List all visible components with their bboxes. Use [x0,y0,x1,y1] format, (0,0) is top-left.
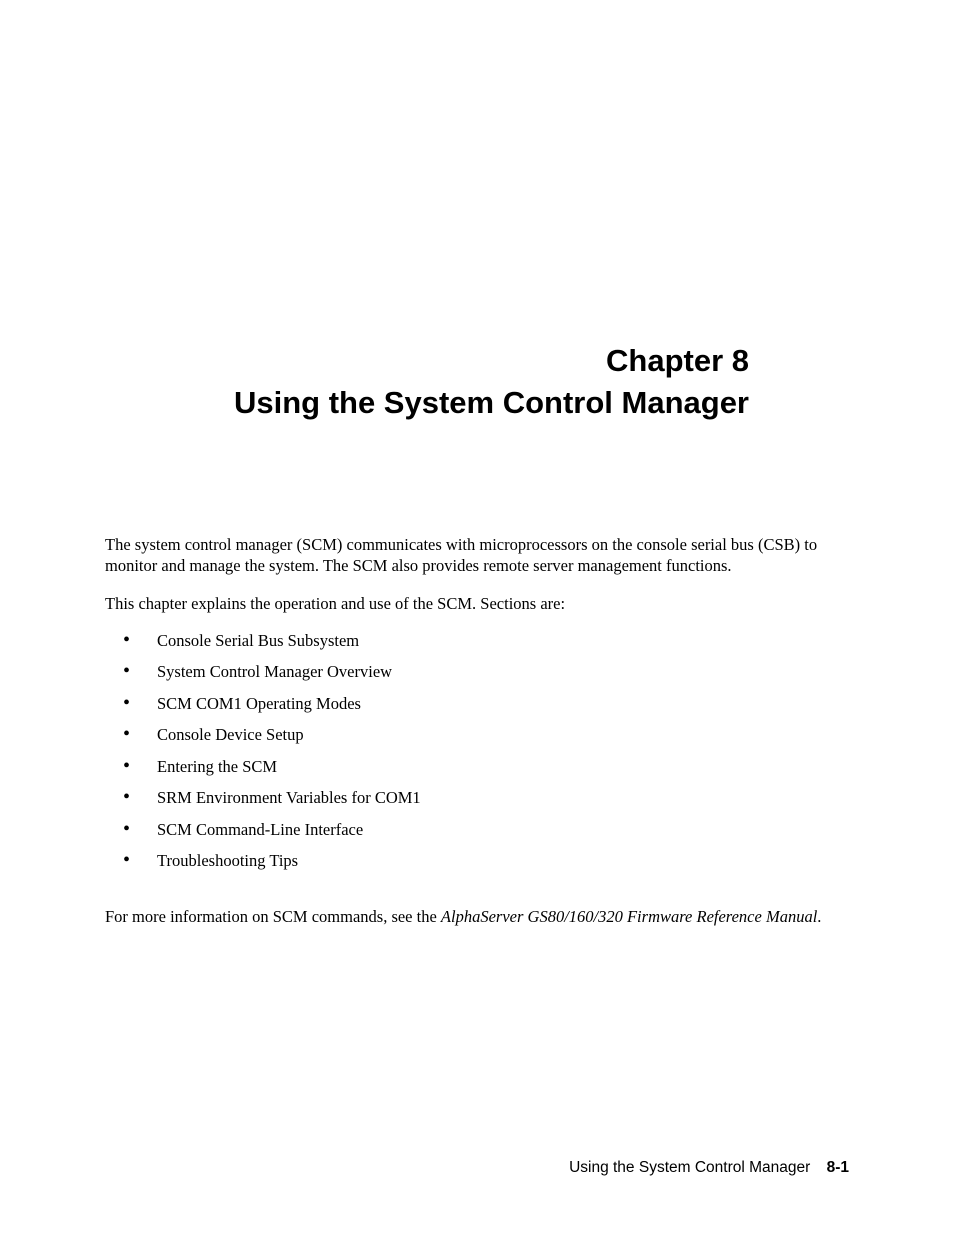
document-page: Chapter 8 Using the System Control Manag… [0,0,954,927]
list-item: Troubleshooting Tips [105,850,849,871]
list-item: SRM Environment Variables for COM1 [105,787,849,808]
intro-paragraph-2: This chapter explains the operation and … [105,593,849,614]
chapter-title: Using the System Control Manager [105,382,749,424]
footer-title: Using the System Control Manager [569,1159,810,1176]
list-item: Entering the SCM [105,756,849,777]
list-item: System Control Manager Overview [105,661,849,682]
list-item: Console Device Setup [105,724,849,745]
page-footer: Using the System Control Manager 8-1 [569,1159,849,1177]
reference-prefix: For more information on SCM commands, se… [105,907,441,926]
list-item: SCM Command-Line Interface [105,819,849,840]
chapter-number: Chapter 8 [105,340,749,382]
intro-paragraph-1: The system control manager (SCM) communi… [105,534,849,577]
list-item: SCM COM1 Operating Modes [105,693,849,714]
list-item: Console Serial Bus Subsystem [105,630,849,651]
reference-suffix: . [817,907,821,926]
page-number: 8-1 [827,1159,849,1176]
chapter-heading: Chapter 8 Using the System Control Manag… [105,340,849,424]
section-list: Console Serial Bus Subsystem System Cont… [105,630,849,872]
reference-title: AlphaServer GS80/160/320 Firmware Refere… [441,907,817,926]
reference-paragraph: For more information on SCM commands, se… [105,906,849,927]
